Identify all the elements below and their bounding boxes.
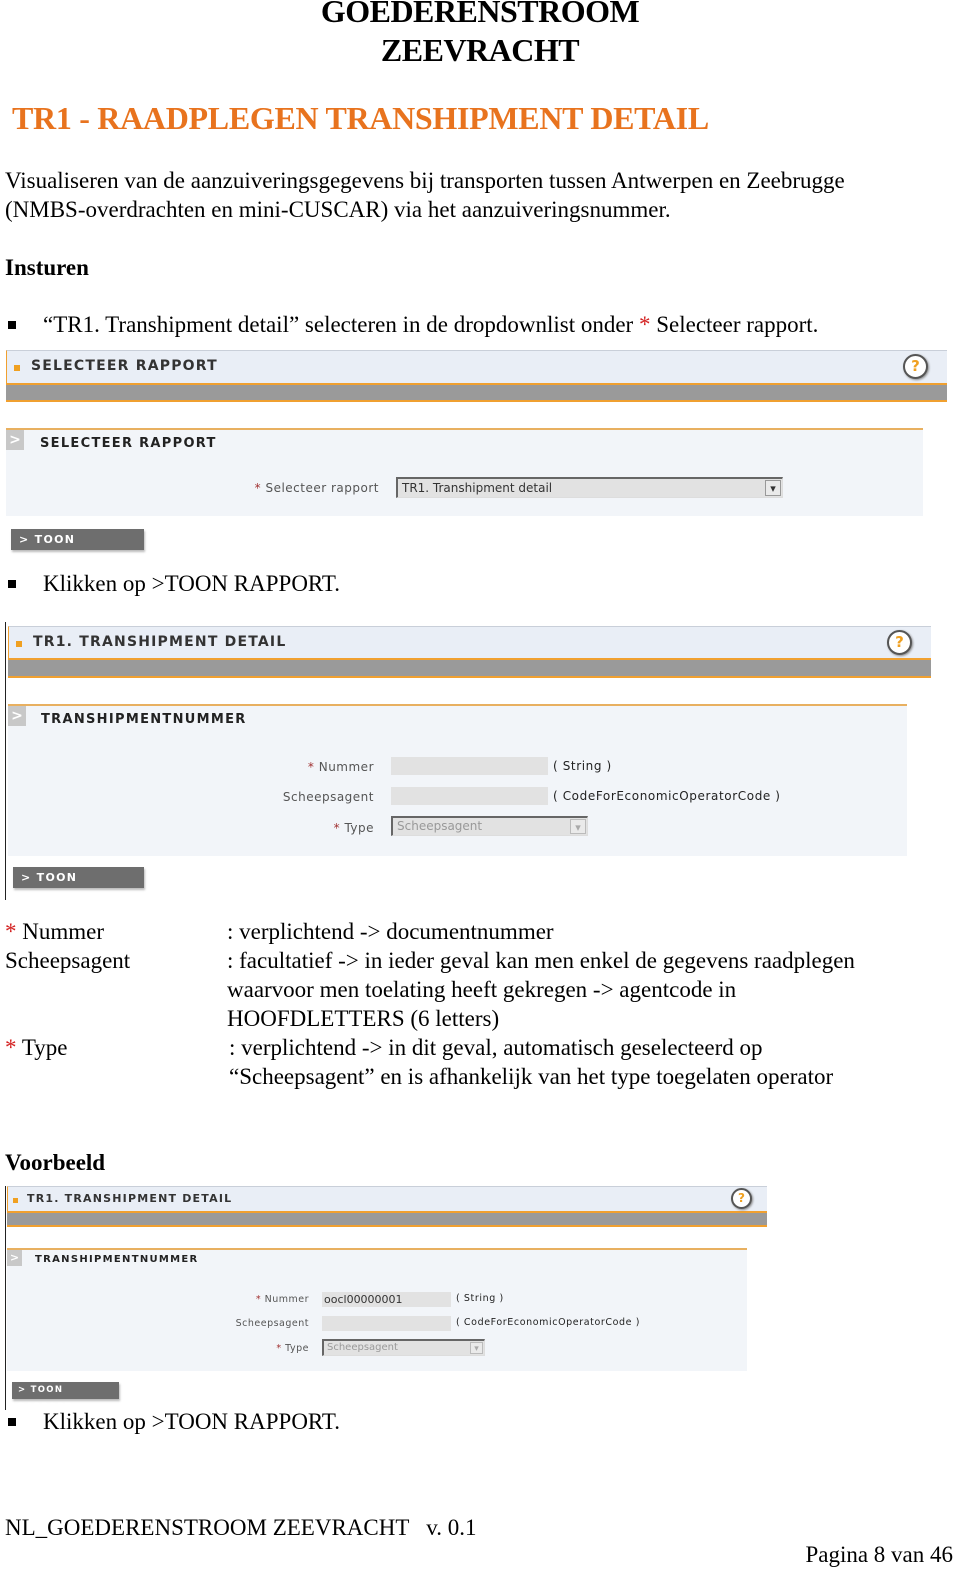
required-asterisk: *	[333, 821, 341, 835]
type-dropdown-value: Scheepsagent	[397, 819, 483, 833]
type-label: * Type	[197, 1343, 309, 1354]
scheepsagent-input[interactable]	[391, 787, 548, 805]
screenshot-border	[5, 622, 6, 900]
toon-rapport-button[interactable]: > TOON RAPPORT	[12, 1382, 119, 1412]
select-report-dropdown[interactable]: TR1. Transhipment detail ▾	[396, 477, 783, 498]
nummer-label: * Nummer	[197, 1294, 309, 1305]
bullet-text: Klikken op >TOON RAPPORT.	[43, 1409, 340, 1434]
help-icon[interactable]: ?	[887, 630, 912, 655]
definition-desc-scheepsagent-1: : facultatief -> in ieder geval kan men …	[227, 948, 855, 973]
panel-header-title: TR1. TRANSHIPMENT DETAIL	[33, 634, 287, 650]
scheepsagent-label: Scheepsagent	[282, 790, 374, 804]
required-asterisk: *	[5, 919, 17, 944]
panel-header: TR1. TRANSHIPMENT DETAIL ?	[7, 1186, 767, 1213]
bullet-click-toon-rapport-example: Klikken op >TOON RAPPORT.	[5, 1408, 340, 1436]
help-icon[interactable]: ?	[731, 1188, 752, 1209]
select-report-label-text: Selecteer rapport	[265, 481, 379, 495]
scheepsagent-label: Scheepsagent	[235, 1318, 309, 1329]
bullet-select-report: “TR1. Transhipment detail” selecteren in…	[5, 311, 818, 339]
required-asterisk: *	[638, 312, 651, 337]
chevron-right-icon: >	[6, 430, 24, 450]
definition-desc-scheepsagent-3: HOOFDLETTERS (6 letters)	[227, 1006, 500, 1031]
toon-rapport-button[interactable]: > TOON RAPPORT	[11, 529, 144, 567]
section-subtitle: TRANSHIPMENTNUMMER	[35, 1254, 199, 1265]
scheepsagent-input[interactable]	[322, 1316, 451, 1331]
header-marker-icon	[14, 365, 20, 371]
panel-header-title: TR1. TRANSHIPMENT DETAIL	[27, 1192, 233, 1205]
document-title-line2: ZEEVRACHT	[380, 32, 580, 68]
scheepsagent-type-hint: ( CodeForEconomicOperatorCode )	[553, 789, 781, 803]
select-report-label: * Selecteer rapport	[186, 481, 379, 495]
required-asterisk: *	[5, 1035, 17, 1060]
panel-header-title: SELECTEER RAPPORT	[31, 358, 218, 374]
type-dropdown[interactable]: Scheepsagent ▾	[391, 816, 588, 836]
bullet-marker-icon	[8, 580, 16, 588]
type-label-text: Type	[285, 1343, 309, 1354]
report-selection-section: > SELECTEER RAPPORT * Selecteer rapport …	[6, 428, 923, 516]
bullet-marker-icon	[8, 321, 16, 329]
definition-desc-type-2: “Scheepsagent” en is afhankelijk van het…	[229, 1064, 834, 1089]
definition-term-nummer: * Nummer	[5, 917, 104, 946]
select-report-value: TR1. Transhipment detail	[402, 481, 553, 495]
heading-voorbeeld: Voorbeeld	[5, 1150, 106, 1175]
required-asterisk: *	[254, 481, 262, 495]
bullet-click-toon-rapport: Klikken op >TOON RAPPORT.	[5, 570, 340, 598]
dropdown-arrow-icon[interactable]: ▾	[470, 1342, 483, 1354]
bullet-text: “TR1. Transhipment detail” selecteren in…	[43, 311, 818, 339]
panel-header: SELECTEER RAPPORT ?	[6, 350, 947, 385]
required-asterisk: *	[255, 1294, 262, 1305]
definition-desc-nummer: : verplichtend -> documentnummer	[227, 919, 554, 944]
dropdown-arrow-icon[interactable]: ▾	[570, 819, 586, 834]
bullet-marker-icon	[8, 1418, 16, 1426]
nummer-type-hint: ( String )	[456, 1293, 504, 1304]
panel-header: TR1. TRANSHIPMENT DETAIL ?	[8, 626, 931, 660]
nummer-label-text: Nummer	[318, 760, 374, 774]
required-asterisk: *	[307, 760, 315, 774]
scheepsagent-type-hint: ( CodeForEconomicOperatorCode )	[456, 1317, 641, 1328]
section-subtitle: SELECTEER RAPPORT	[40, 436, 217, 451]
screenshot-border	[5, 1186, 6, 1410]
section-title: TR1 - RAADPLEGEN TRANSHIPMENT DETAIL	[12, 100, 709, 136]
header-marker-icon	[13, 1198, 18, 1203]
required-asterisk: *	[276, 1343, 282, 1354]
footer-page-number: Pagina 8 van 46	[805, 1542, 953, 1567]
transhipmentnummer-section: > TRANSHIPMENTNUMMER * Nummer ( String )…	[8, 704, 907, 856]
panel-toolbar-bar	[8, 660, 931, 678]
dropdown-arrow-icon[interactable]: ▾	[765, 480, 781, 496]
nummer-type-hint: ( String )	[553, 759, 612, 773]
bullet-text: Klikken op >TOON RAPPORT.	[43, 571, 340, 596]
type-dropdown[interactable]: Scheepsagent ▾	[322, 1339, 485, 1356]
toon-rapport-button[interactable]: > TOON RAPPORT	[13, 867, 144, 905]
document-title-line1: GOEDERENSTROOM	[320, 0, 640, 29]
nummer-label: * Nummer	[228, 760, 374, 774]
intro-line-2: (NMBS-overdrachten en mini-CUSCAR) via h…	[5, 197, 671, 222]
definition-term-type: * Type	[5, 1033, 68, 1062]
help-icon[interactable]: ?	[903, 354, 928, 379]
definition-term-scheepsagent: Scheepsagent	[5, 948, 131, 973]
definition-term: Nummer	[22, 919, 105, 944]
type-label-text: Type	[344, 821, 374, 835]
bullet-text-before: “TR1. Transhipment detail” selecteren in…	[43, 312, 639, 337]
nummer-input[interactable]: oocl00000001	[322, 1292, 451, 1307]
nummer-label-text: Nummer	[264, 1294, 309, 1305]
transhipmentnummer-section: > TRANSHIPMENTNUMMER * Nummer oocl000000…	[7, 1248, 747, 1371]
footer-document-version: NL_GOEDERENSTROOM ZEEVRACHT v. 0.1	[5, 1515, 477, 1540]
definition-desc-scheepsagent-2: waarvoor men toelating heeft gekregen ->…	[227, 977, 737, 1002]
panel-toolbar-bar	[7, 1213, 767, 1227]
panel-toolbar-bar	[6, 385, 947, 402]
section-subtitle: TRANSHIPMENTNUMMER	[41, 712, 247, 727]
heading-insturen: Insturen	[5, 255, 89, 280]
bullet-text-after: Selecteer rapport.	[650, 312, 819, 337]
header-marker-icon	[16, 641, 22, 647]
type-label: * Type	[228, 821, 374, 835]
chevron-right-icon: >	[7, 1250, 22, 1266]
definition-desc-type-1: : verplichtend -> in dit geval, automati…	[229, 1035, 763, 1060]
chevron-right-icon: >	[8, 706, 26, 726]
intro-line-1: Visualiseren van de aanzuiveringsgegeven…	[5, 168, 845, 193]
type-dropdown-value: Scheepsagent	[327, 1342, 398, 1353]
nummer-input[interactable]	[391, 757, 548, 775]
definition-term: Type	[21, 1035, 68, 1060]
